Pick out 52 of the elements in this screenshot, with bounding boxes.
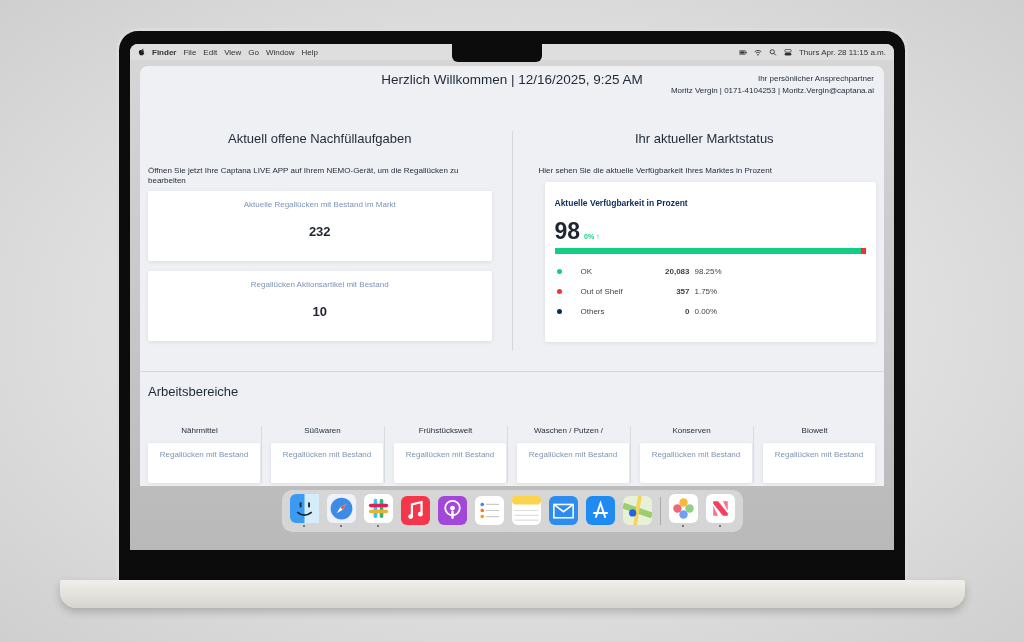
menu-item[interactable]: Edit — [203, 47, 218, 57]
legend-label: Out of Shelf — [580, 287, 624, 297]
legend-count: 357 — [675, 287, 691, 297]
contact-details: Moritz Vergin | 0171-4104253 | Moritz.Vergin@captana.ai — [670, 86, 874, 95]
stat-label: Regallücken Aktionsartikel mit Bestand — [250, 280, 389, 290]
search-icon[interactable] — [769, 48, 777, 56]
ribbon-icon[interactable] — [705, 494, 735, 523]
legend-percent: 1.75% — [694, 287, 719, 297]
menu-item[interactable]: View — [224, 47, 242, 57]
legend-count: 0 — [684, 307, 691, 317]
area-title: Süßwaren — [303, 426, 342, 436]
section-title: Arbeitsbereiche — [148, 384, 240, 400]
menu-bar-clock: Thurs Apr. 28 11:15 a.m. — [799, 47, 886, 57]
wifi-icon[interactable] — [754, 48, 762, 56]
menu-item[interactable]: File — [183, 47, 197, 57]
menu-item[interactable]: Go — [248, 47, 259, 57]
section-title: Ihr aktueller Marktstatus — [633, 131, 775, 146]
menu-item[interactable]: Finder — [152, 47, 177, 57]
menu-item[interactable]: Window — [266, 47, 295, 57]
envelope-icon[interactable] — [548, 496, 578, 525]
compass-icon[interactable] — [326, 494, 356, 523]
area-title: Waschen / Putzen / — [532, 426, 605, 436]
legend-percent: 0.00% — [694, 307, 719, 317]
flower-icon[interactable] — [668, 494, 698, 523]
area-title: Biowelt — [800, 426, 829, 436]
battery-icon[interactable] — [739, 48, 747, 56]
area-title: Frühstückswelt — [417, 426, 474, 436]
stat-value: 10 — [312, 304, 327, 320]
podcast-icon[interactable] — [437, 496, 467, 525]
map-icon[interactable] — [622, 496, 652, 525]
smiley-face-icon[interactable] — [289, 494, 319, 523]
apple-logo-icon[interactable] — [138, 48, 145, 56]
instruction-text: Hier sehen Sie die aktuelle Verfügbarkeit Ihres Marktes in Prozent — [537, 166, 773, 176]
instruction-text: Öffnen Sie jetzt Ihre Captana LIVE APP auf Ihrem NEMO-Gerät, um die Regallücken zu bearbeiten — [148, 166, 460, 186]
legend-percent: 98.25% — [694, 267, 723, 277]
availability-value: 98 — [554, 217, 581, 245]
welcome-title: Herzlich Willkommen | 12/16/2025, 9:25 AM — [381, 72, 643, 87]
stat-value: 232 — [308, 224, 331, 240]
music-note-icon[interactable] — [400, 496, 430, 525]
legend-label: OK — [580, 267, 594, 277]
stat-label: Aktuelle Regallücken mit Bestand im Markt — [243, 200, 396, 210]
section-title: Aktuell offene Nachfüllaufgaben — [227, 131, 413, 146]
menu-item[interactable]: Help — [301, 47, 318, 57]
card-title: Aktuelle Verfügbarkeit in Prozent — [554, 197, 689, 208]
toggle-icon[interactable] — [784, 48, 792, 56]
area-title: Nährmittel — [180, 426, 219, 436]
legend-count: 20,083 — [664, 267, 691, 277]
area-title: Konserven — [671, 426, 712, 436]
letter-a-icon[interactable] — [585, 496, 615, 525]
contact-label: Ihr persönlicher Ansprechpartner — [757, 74, 874, 83]
legend-label: Others — [580, 307, 606, 317]
hash-icon[interactable] — [363, 494, 393, 523]
